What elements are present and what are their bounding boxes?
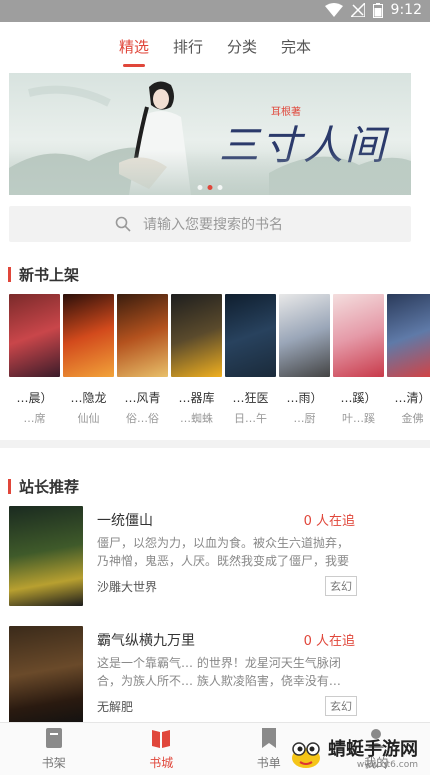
recommend-title: 站长推荐 [19,478,80,496]
tab-featured[interactable]: 精选 [117,32,151,61]
book-cover [333,294,384,377]
dragonfly-logo-icon [292,741,320,768]
book-card[interactable]: …狂医 日…午 [225,294,276,426]
battery-icon [372,2,383,18]
carousel-dot-active [207,185,213,190]
new-books-list[interactable]: …晨） …席 …隐龙 仙仙 …风青 俗…俗 …器库 …蜘蛛 …狂医 日…午 …雨… [9,294,430,428]
nav-bookshelf[interactable]: 书架 [0,723,108,775]
status-bar: 9:12 [0,0,430,22]
book-title: …隐龙 [70,391,107,405]
carousel-dot [197,185,203,190]
book-card[interactable]: …晨） …席 [9,294,60,426]
tab-ranking[interactable]: 排行 [171,32,205,61]
nav-label: 书单 [256,756,281,770]
section-divider [0,440,430,448]
book-cover [117,294,168,377]
banner-carousel[interactable]: 耳根著 三寸人间 [9,73,411,195]
book-author: 仙仙 [77,412,100,425]
watermark-url: www.qt6.com [356,759,418,770]
book-title: …蹊） [340,391,377,405]
search-icon [115,216,131,232]
bookshelf-icon [45,728,62,748]
carousel-indicator [197,185,223,190]
recommend-item[interactable]: 一统僵山 0 人在追 僵尸，以怨为力，以血为食。被众生六道抛弃，乃神憎，鬼恶，人… [9,506,421,606]
reader-count: 0 人在追 [303,634,355,649]
book-cover [9,506,83,606]
book-cover [279,294,330,377]
new-books-title: 新书上架 [19,266,80,284]
book-cover [9,626,83,726]
genre-tag: 玄幻 [325,696,357,716]
new-books-header: 新书上架 [8,264,79,285]
wifi-icon [324,3,343,17]
book-card[interactable]: …清） 金佛 [387,294,430,426]
open-book-icon [152,730,171,748]
book-author: 俗…俗 [126,412,159,425]
recommend-item[interactable]: 霸气纵横九万里 0 人在追 这是一个靠霸气… 的世界！龙星河天生气脉闭合，为族人… [9,626,421,726]
book-title: …风青 [124,391,161,405]
clock: 9:12 [390,2,422,18]
search-placeholder: 请输入您要搜索的书名 [143,217,283,233]
book-author: …席 [23,412,46,425]
nav-label: 书架 [41,756,66,770]
book-card[interactable]: …隐龙 仙仙 [63,294,114,426]
section-marker [8,479,11,494]
section-marker [8,267,11,282]
book-title: …狂医 [232,391,269,405]
tab-category[interactable]: 分类 [225,32,259,61]
book-title: 霸气纵横九万里 [97,633,195,649]
watermark-logo: 蜻蜓手游网 www.qt6.com [288,734,430,775]
nav-bookstore[interactable]: 书城 [108,723,216,775]
book-author: 叶…蹊 [342,412,375,425]
book-card[interactable]: …器库 …蜘蛛 [171,294,222,426]
book-author: 日…午 [234,412,267,425]
signal-icon [350,3,365,17]
book-author: …厨 [293,412,316,425]
reader-count: 0 人在追 [303,514,355,529]
book-title: …器库 [178,391,215,405]
book-author: …蜘蛛 [180,412,213,425]
book-description: 僵尸，以怨为力，以血为食。被众生六道抛弃，乃神憎，鬼恶，人厌。既然我变成了僵尸，… [97,536,350,568]
book-cover [63,294,114,377]
book-cover [225,294,276,377]
book-author: 沙雕大世界 [97,580,158,594]
book-author: 金佛 [401,412,424,425]
book-cover [171,294,222,377]
book-author: 无解肥 [97,700,134,714]
book-card[interactable]: …蹊） 叶…蹊 [333,294,384,426]
genre-tag: 玄幻 [325,576,357,596]
book-title: 一统僵山 [97,513,153,529]
tab-completed[interactable]: 完本 [279,32,313,61]
carousel-dot [217,185,223,190]
recommend-header: 站长推荐 [8,476,79,497]
book-card[interactable]: …风青 俗…俗 [117,294,168,426]
top-tabs: 精选 排行 分类 完本 [0,22,430,70]
search-input[interactable]: 请输入您要搜索的书名 [9,206,411,242]
watermark-name: 蜻蜓手游网 [328,738,418,760]
book-title: …清） [394,391,430,405]
book-title: …雨） [286,391,323,405]
book-cover [387,294,430,377]
book-title: …晨） [16,391,53,405]
book-card[interactable]: …雨） …厨 [279,294,330,426]
book-cover [9,294,60,377]
book-description: 这是一个靠霸气… 的世界！龙星河天生气脉闭合，为族人所不… 族人欺凌陷害，侥幸没… [97,656,341,688]
nav-label: 书城 [149,756,174,770]
bookmark-icon [261,728,276,748]
